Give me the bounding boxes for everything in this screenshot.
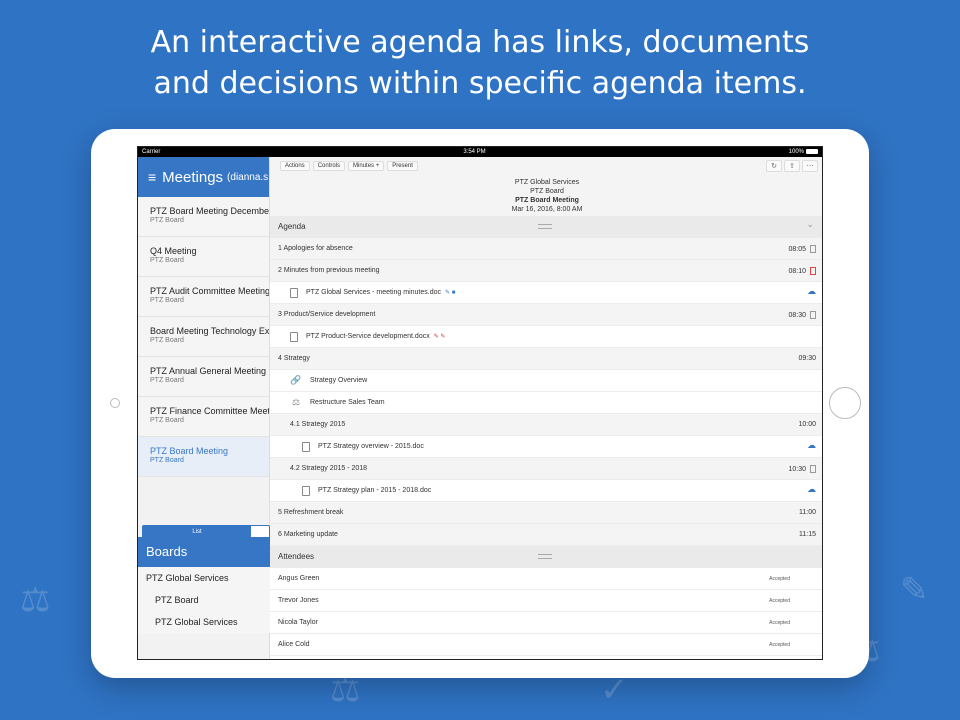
document-icon <box>810 311 816 319</box>
document-icon <box>810 465 816 473</box>
annotation-icon: ✎ ■ <box>445 290 456 296</box>
agenda-item[interactable]: 1 Apologies for absence 08:05 <box>270 238 822 260</box>
meeting-item[interactable]: PTZ Annual General Meeting PTZ Board <box>138 357 269 397</box>
attendee-row[interactable]: Trevor Jones Accepted <box>270 590 822 612</box>
ipad-frame: Carrier 3:54 PM 100% ≡ Meetings (dianna.… <box>91 129 869 678</box>
agenda-item[interactable]: 5 Refreshment break 11:00 <box>270 502 822 524</box>
screen: Carrier 3:54 PM 100% ≡ Meetings (dianna.… <box>137 146 823 660</box>
toolbar: Actions Controls Minutes + Present ↻ ⇪ ⋯ <box>270 157 822 175</box>
agenda-header[interactable]: Agenda ⌄ <box>270 216 822 238</box>
board-item[interactable]: PTZ Global Services <box>138 567 270 589</box>
headline: An interactive agenda has links, documen… <box>0 22 960 104</box>
agenda-subitem[interactable]: 4.2 Strategy 2015 - 2018 10:30 <box>270 458 822 480</box>
clock: 3:54 PM <box>463 149 486 155</box>
agenda-subitem[interactable]: 4.1 Strategy 2015 10:00 <box>270 414 822 436</box>
meeting-board: PTZ Board <box>530 188 564 195</box>
agenda-title: Agenda <box>278 222 306 231</box>
document-row[interactable]: PTZ Global Services - meeting minutes.do… <box>270 282 822 304</box>
meeting-item[interactable]: Q4 Meeting PTZ Board <box>138 237 269 277</box>
controls-button[interactable]: Controls <box>312 161 346 171</box>
status-badge: Accepted <box>769 598 790 604</box>
attendees-header[interactable]: Attendees <box>270 546 822 568</box>
refresh-icon[interactable]: ↻ <box>766 160 782 172</box>
meeting-title: PTZ Board Meeting <box>515 197 579 204</box>
battery: 100% <box>789 148 818 155</box>
drag-handle[interactable] <box>538 224 552 229</box>
document-row[interactable]: PTZ Strategy overview - 2015.doc ☁ <box>270 436 822 458</box>
sidebar-header: ≡ Meetings (dianna.s <box>138 157 269 197</box>
meeting-item[interactable]: PTZ Finance Committee Meet PTZ Board <box>138 397 269 437</box>
menu-icon[interactable]: ≡ <box>148 169 156 185</box>
meeting-item-selected[interactable]: PTZ Board Meeting PTZ Board <box>138 437 269 477</box>
present-button[interactable]: Present <box>387 161 418 171</box>
actions-button[interactable]: Actions <box>280 161 310 171</box>
sidebar: ≡ Meetings (dianna.s PTZ Board Meeting D… <box>138 157 270 659</box>
agenda-item[interactable]: 2 Minutes from previous meeting 08:10 <box>270 260 822 282</box>
gavel-icon: ⚖ <box>291 397 301 408</box>
meeting-list: PTZ Board Meeting December PTZ Board Q4 M… <box>138 197 269 477</box>
meeting-item[interactable]: Board Meeting Technology Ex PTZ Board <box>138 317 269 357</box>
boards-panel: Boards PTZ Global Services PTZ Board PTZ… <box>138 537 270 633</box>
battery-icon <box>806 148 818 154</box>
annotation-icon: ✎ ✎ <box>433 334 446 340</box>
meeting-org: PTZ Global Services <box>514 179 580 186</box>
status-badge: Accepted <box>769 642 790 648</box>
headline-line-1: An interactive agenda has links, documen… <box>150 25 810 60</box>
meeting-item[interactable]: PTZ Audit Committee Meeting PTZ Board <box>138 277 269 317</box>
decision-row[interactable]: ⚖ Restructure Sales Team <box>270 392 822 414</box>
status-badge: Accepted <box>769 576 790 582</box>
document-row[interactable]: PTZ Product-Service development.docx ✎ ✎ <box>270 326 822 348</box>
status-bar: Carrier 3:54 PM 100% <box>138 147 822 157</box>
meeting-date: Mar 16, 2016, 8:00 AM <box>511 206 583 213</box>
document-icon <box>290 331 298 342</box>
status-badge: Accepted <box>769 620 790 626</box>
meeting-item[interactable]: PTZ Board Meeting December PTZ Board <box>138 197 269 237</box>
meeting-info: PTZ Global Services PTZ Board PTZ Board … <box>270 175 822 216</box>
more-icon[interactable]: ⋯ <box>802 160 818 172</box>
document-icon <box>302 441 310 452</box>
cloud-download-icon[interactable]: ☁ <box>807 441 816 451</box>
headline-line-2: and decisions within specific agenda ite… <box>153 66 807 101</box>
cloud-download-icon[interactable]: ☁ <box>807 485 816 495</box>
attendees-title: Attendees <box>278 552 315 561</box>
agenda-item[interactable]: 6 Marketing update 11:15 <box>270 524 822 546</box>
document-icon <box>810 245 816 253</box>
boards-title: Boards <box>138 537 270 567</box>
drag-handle[interactable] <box>538 554 552 559</box>
board-item[interactable]: PTZ Board <box>138 589 270 611</box>
document-icon <box>302 485 310 496</box>
main-panel: Actions Controls Minutes + Present ↻ ⇪ ⋯… <box>270 157 822 659</box>
agenda-item[interactable]: 4 Strategy 09:30 <box>270 348 822 370</box>
share-icon[interactable]: ⇪ <box>784 160 800 172</box>
link-icon: 🔗 <box>290 375 302 386</box>
attendee-row[interactable]: Angus Green Accepted <box>270 568 822 590</box>
home-button[interactable] <box>829 387 861 419</box>
camera <box>110 398 120 408</box>
attendee-row[interactable]: Nicola Taylor Accepted <box>270 612 822 634</box>
user-name: (dianna.s <box>227 171 269 183</box>
link-row[interactable]: 🔗 Strategy Overview <box>270 370 822 392</box>
minutes-button[interactable]: Minutes + <box>348 161 385 171</box>
cloud-download-icon[interactable]: ☁ <box>807 287 816 297</box>
chevron-down-icon[interactable]: ⌄ <box>806 219 814 230</box>
document-icon <box>290 287 298 298</box>
board-item[interactable]: PTZ Global Services <box>138 611 270 633</box>
document-icon <box>810 267 816 275</box>
document-row[interactable]: PTZ Strategy plan - 2015 - 2018.doc ☁ <box>270 480 822 502</box>
attendee-row[interactable]: Alice Cold Accepted <box>270 634 822 656</box>
carrier: Carrier <box>142 149 161 155</box>
agenda-item[interactable]: 3 Product/Service development 08:30 <box>270 304 822 326</box>
sidebar-title: Meetings <box>162 168 224 186</box>
